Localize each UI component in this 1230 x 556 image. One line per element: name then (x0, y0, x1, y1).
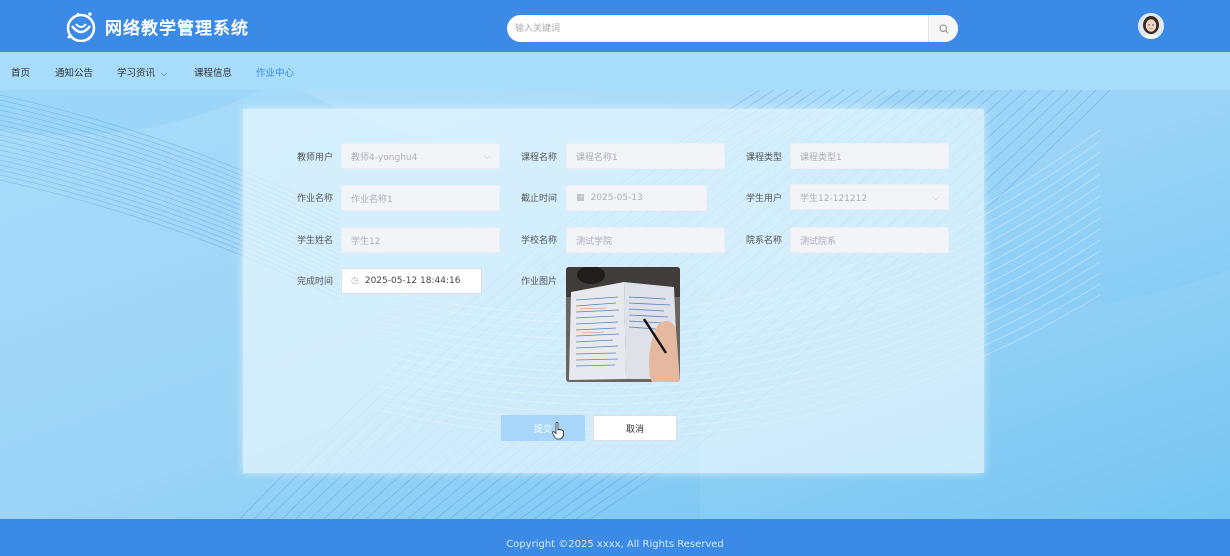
course-type-label: 课程类型 (746, 153, 783, 163)
completion-time-label: 完成时间 (297, 277, 334, 287)
teacher-user-select[interactable]: 教师4-yonghu4 ⌵ (341, 143, 500, 169)
department-name-field[interactable]: 测试院系 (790, 227, 949, 253)
student-name-label: 学生姓名 (297, 236, 334, 246)
search-icon (938, 23, 948, 33)
cancel-button[interactable]: 取消 (593, 415, 677, 441)
school-name-field[interactable]: 测试学院 (566, 227, 725, 253)
chevron-down-icon: ⌵ (483, 152, 490, 161)
nav-label: 首页 (11, 68, 31, 79)
chevron-down-icon: ⌵ (932, 193, 939, 202)
calendar-icon: ▦ (576, 193, 585, 203)
cancel-label: 取消 (625, 424, 644, 435)
department-name-label: 院系名称 (746, 236, 783, 246)
course-name-label: 课程名称 (521, 153, 558, 163)
course-type-placeholder: 课程类型1 (800, 152, 842, 163)
nav-item-home[interactable]: 首页 (11, 65, 30, 79)
student-user-select[interactable]: 学生12-121212 ⌵ (790, 184, 949, 210)
nav-label: 课程信息 (194, 68, 233, 79)
homework-name-field[interactable]: 作业名称1 (341, 185, 500, 211)
completion-time-picker[interactable]: ◷ 2025-05-12 18:44:16 (341, 268, 482, 294)
submit-button[interactable]: 提交 (501, 415, 585, 441)
user-avatar[interactable] (1138, 13, 1164, 39)
homework-image[interactable] (566, 267, 680, 382)
nav-item-learning-news[interactable]: 学习资讯 ⌵ (117, 65, 167, 79)
nav-item-homework-center[interactable]: 作业中心 (256, 65, 294, 79)
student-name-placeholder: 学生12 (351, 236, 381, 247)
completion-time-value: 2025-05-12 18:44:16 (364, 276, 461, 286)
nav-label: 通知公告 (55, 68, 94, 79)
school-name-label: 学校名称 (521, 236, 558, 246)
smile-logo-icon (66, 12, 96, 42)
student-name-field[interactable]: 学生12 (341, 227, 500, 253)
chevron-down-icon: ⌵ (161, 69, 168, 78)
department-name-placeholder: 测试院系 (800, 236, 837, 247)
nav-label: 学习资讯 (117, 68, 156, 79)
nav-label: 作业中心 (256, 68, 295, 79)
deadline-date-picker[interactable]: ▦ 2025-05-13 (566, 185, 707, 211)
deadline-value: 2025-05-13 (590, 193, 643, 203)
course-type-field[interactable]: 课程类型1 (790, 143, 949, 169)
site-title: 网络教学管理系统 (105, 19, 249, 39)
homework-form-card: 教师用户 教师4-yonghu4 ⌵ 课程名称 课程名称1 课程类型 课程类型1… (243, 109, 984, 473)
submit-label: 提交 (533, 424, 552, 435)
student-user-label: 学生用户 (746, 194, 783, 204)
search-button[interactable] (928, 15, 958, 42)
homework-name-placeholder: 作业名称1 (351, 194, 393, 205)
nav-item-notice[interactable]: 通知公告 (55, 65, 93, 79)
nav-item-course-info[interactable]: 课程信息 (194, 65, 232, 79)
hand-cursor-icon (552, 422, 564, 440)
homework-image-label: 作业图片 (521, 277, 558, 287)
course-name-placeholder: 课程名称1 (576, 152, 618, 163)
copyright-text: Copyright ©2025 xxxx, All Rights Reserve… (506, 539, 724, 550)
homework-photo (566, 267, 680, 382)
search-input[interactable] (507, 15, 927, 42)
main-navigation: 首页 通知公告 学习资讯 ⌵ 课程信息 作业中心 (0, 52, 1230, 90)
school-name-placeholder: 测试学院 (576, 236, 613, 247)
search-bar (507, 15, 958, 42)
deadline-label: 截止时间 (521, 194, 558, 204)
teacher-user-label: 教师用户 (297, 153, 334, 163)
homework-name-label: 作业名称 (297, 194, 334, 204)
student-user-value: 学生12-121212 (800, 193, 868, 204)
clock-icon: ◷ (351, 276, 359, 286)
teacher-user-value: 教师4-yonghu4 (351, 152, 418, 163)
course-name-field[interactable]: 课程名称1 (566, 143, 725, 169)
top-header: 网络教学管理系统 (0, 0, 1230, 52)
avatar-icon (1138, 13, 1164, 39)
page-footer: Copyright ©2025 xxxx, All Rights Reserve… (0, 519, 1230, 556)
